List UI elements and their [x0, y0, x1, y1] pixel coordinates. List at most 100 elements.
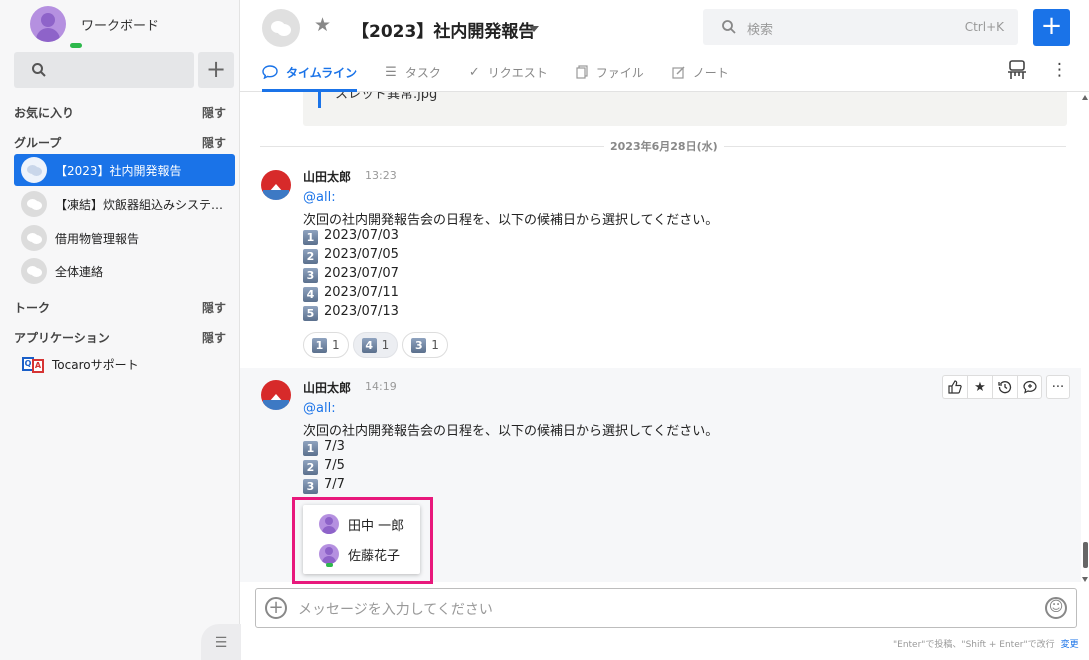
more-horizontal-icon[interactable]: ···: [1046, 375, 1070, 399]
popup-user[interactable]: 佐藤花子: [319, 544, 401, 567]
talk-hide-button[interactable]: 隠す: [202, 299, 226, 316]
like-icon[interactable]: [942, 375, 967, 399]
search-icon: [32, 63, 46, 77]
emoji-icon[interactable]: ☺: [1045, 597, 1067, 619]
list-icon: ☰: [385, 64, 397, 80]
sidebar-item-group[interactable]: 【凍結】炊飯器組込みシステ…: [14, 188, 235, 220]
add-attachment-icon[interactable]: +: [265, 597, 287, 619]
online-status-dot: [70, 43, 82, 48]
keycap-icon: 4: [303, 287, 318, 302]
sidebar-item-group[interactable]: 借用物管理報告: [14, 222, 235, 254]
tab-tasks[interactable]: ☰ タスク: [385, 58, 441, 86]
avatar[interactable]: [261, 380, 291, 410]
search-icon: [722, 20, 736, 34]
group-chat-icon: [262, 9, 300, 47]
tab-files[interactable]: ファイル: [576, 58, 644, 86]
history-icon[interactable]: [992, 375, 1017, 399]
sidebar: ワークボード + お気に入り 隠す グループ 隠す 【2023】社内開発報告 【…: [0, 0, 241, 660]
option-item: 2 7/5: [303, 458, 345, 475]
keycap-icon: 5: [303, 306, 318, 321]
user-avatar-icon: [319, 514, 339, 534]
reaction-pill[interactable]: 31: [402, 332, 448, 358]
favorites-hide-button[interactable]: 隠す: [202, 104, 226, 121]
date-separator: 2023年6月28日(水): [260, 138, 1066, 154]
reply-icon[interactable]: [1017, 375, 1042, 399]
sidebar-item-app[interactable]: QA Tocaroサポート: [22, 356, 139, 373]
mention[interactable]: @all:: [303, 190, 336, 205]
group-label: 全体連絡: [55, 264, 104, 279]
message-author[interactable]: 山田太郎: [303, 168, 351, 185]
sidebar-search-input[interactable]: [14, 52, 194, 88]
apps-section-header[interactable]: アプリケーション 隠す: [14, 329, 226, 346]
message-text: 次回の社内開発報告会の日程を、以下の候補日から選択してください。: [303, 424, 719, 439]
composer-hint-text: "Enter"で投稿、"Shift + Enter"で改行: [893, 640, 1055, 650]
page-title[interactable]: 【2023】社内開発報告: [352, 17, 535, 42]
keycap-icon: 3: [303, 479, 318, 494]
sidebar-item-group[interactable]: 全体連絡: [14, 255, 235, 287]
keycap-icon: 1: [312, 337, 327, 353]
reaction-pill[interactable]: 11: [303, 332, 349, 358]
scroll-down-icon[interactable]: [1082, 577, 1088, 582]
workspace-avatar[interactable]: [30, 6, 66, 42]
option-item: 5 2023/07/13: [303, 304, 399, 321]
option-item: 4 2023/07/11: [303, 285, 399, 302]
group-chat-icon: [21, 225, 47, 251]
change-link[interactable]: 変更: [1061, 640, 1079, 650]
search-input[interactable]: 検索 Ctrl+K: [703, 9, 1018, 45]
sidebar-item-group[interactable]: 【2023】社内開発報告: [14, 154, 235, 186]
message-time: 13:23: [365, 169, 397, 182]
search-placeholder: 検索: [747, 23, 774, 38]
groups-title: グループ: [14, 136, 62, 150]
option-item: 3 2023/07/07: [303, 266, 399, 283]
star-icon[interactable]: ★: [314, 14, 331, 36]
workspace-header[interactable]: ワークボード: [30, 6, 160, 48]
message-author[interactable]: 山田太郎: [303, 379, 351, 396]
groups-hide-button[interactable]: 隠す: [202, 134, 226, 151]
scrollbar[interactable]: [1081, 92, 1089, 582]
new-post-button[interactable]: +: [1033, 9, 1070, 46]
popup-user-name: 佐藤花子: [348, 548, 401, 564]
group-chat-icon: [21, 157, 47, 183]
option-item: 1 7/3: [303, 439, 345, 456]
mention[interactable]: @all:: [303, 401, 336, 416]
keycap-icon: 1: [303, 230, 318, 245]
popup-user[interactable]: 田中 一郎: [319, 514, 404, 534]
apps-hide-button[interactable]: 隠す: [202, 329, 226, 346]
reaction-pill-selected[interactable]: 41: [352, 332, 399, 358]
groups-section-header[interactable]: グループ 隠す: [14, 134, 226, 151]
attachment-preview[interactable]: スレッド異常.jpg: [303, 92, 1067, 126]
scrollbar-thumb[interactable]: [1083, 542, 1088, 568]
talk-section-header[interactable]: トーク 隠す: [14, 299, 226, 316]
option-item: 3 7/7: [303, 477, 345, 494]
avatar[interactable]: [261, 170, 291, 200]
tab-timeline[interactable]: タイムライン: [262, 58, 358, 92]
reaction-users-popup: 田中 一郎 佐藤花子: [303, 505, 420, 574]
message-text: 次回の社内開発報告会の日程を、以下の候補日から選択してください。: [303, 213, 719, 228]
favorites-section-header[interactable]: お気に入り 隠す: [14, 104, 226, 121]
search-shortcut: Ctrl+K: [964, 20, 1004, 34]
message-time: 14:19: [365, 380, 397, 393]
app-label: Tocaroサポート: [52, 358, 139, 372]
add-group-button[interactable]: +: [198, 52, 234, 88]
members-icon[interactable]: [1006, 60, 1028, 80]
tab-notes[interactable]: ノート: [672, 58, 729, 86]
keycap-icon: 2: [303, 460, 318, 475]
file-icon: [576, 65, 588, 79]
talk-title: トーク: [14, 301, 51, 315]
workspace-name: ワークボード: [81, 18, 160, 34]
star-icon[interactable]: ★: [967, 375, 992, 399]
more-vertical-icon[interactable]: ⋮: [1051, 60, 1068, 80]
composer-hint: "Enter"で投稿、"Shift + Enter"で改行 変更: [893, 637, 1079, 650]
tab-requests[interactable]: ✓ リクエスト: [469, 58, 548, 86]
message-input-placeholder[interactable]: メッセージを入力してください: [298, 599, 493, 619]
scroll-up-icon[interactable]: [1082, 95, 1088, 100]
attachment-filename[interactable]: スレッド異常.jpg: [335, 92, 437, 102]
keycap-icon: 3: [303, 268, 318, 283]
message-composer[interactable]: + メッセージを入力してください ☺: [255, 588, 1077, 628]
list-icon[interactable]: ☰: [201, 624, 241, 660]
note-icon: [672, 66, 685, 79]
caret-down-icon[interactable]: [529, 26, 539, 32]
option-item: 1 2023/07/03: [303, 228, 399, 245]
check-icon: ✓: [468, 64, 480, 80]
favorites-title: お気に入り: [14, 106, 75, 120]
